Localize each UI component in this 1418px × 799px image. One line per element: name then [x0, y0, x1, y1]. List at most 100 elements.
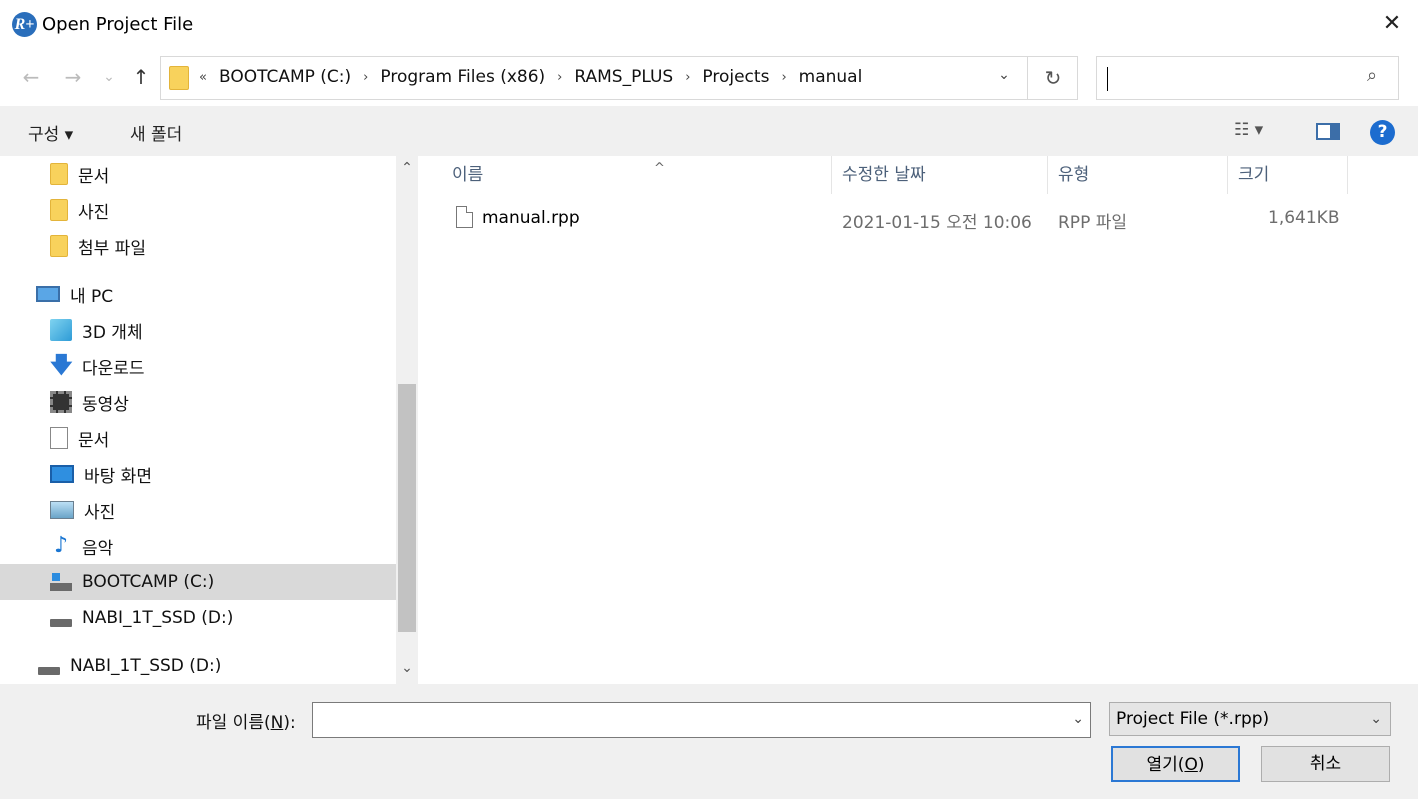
sidebar-item-label: 음악 — [82, 538, 114, 559]
chevron-right-icon: › — [557, 70, 563, 85]
sidebar-item-label: 다운로드 — [82, 358, 145, 379]
document-icon — [50, 427, 68, 449]
close-button[interactable]: ✕ — [1370, 6, 1414, 42]
search-icon: ⌕ — [1367, 65, 1378, 86]
sidebar-item-label: 문서 — [78, 430, 110, 451]
download-icon: 🡇 — [50, 353, 73, 378]
search-input[interactable]: ⌕ — [1096, 56, 1399, 100]
open-label-suffix: ) — [1197, 755, 1205, 775]
music-icon: ♪ — [53, 533, 69, 558]
folder-icon — [50, 163, 68, 185]
cancel-button[interactable]: 취소 — [1261, 746, 1390, 782]
column-header-label: 이름 — [452, 165, 484, 185]
sidebar-item-documents-folder[interactable]: 문서 — [50, 156, 109, 192]
back-arrow-icon[interactable]: ← — [18, 63, 44, 91]
folder-icon — [169, 66, 189, 90]
column-header-name[interactable]: 이름 ^ — [442, 156, 832, 194]
file-type-filter[interactable]: Project File (*.rpp) ⌄ — [1109, 702, 1391, 736]
breadcrumb-item[interactable]: Program Files (x86) — [372, 67, 553, 89]
breadcrumb-item[interactable]: BOOTCAMP (C:) — [211, 67, 359, 89]
help-icon[interactable]: ? — [1370, 120, 1395, 145]
refresh-icon[interactable]: ↻ — [1027, 57, 1078, 99]
system-drive-icon — [50, 573, 72, 591]
column-header-modified[interactable]: 수정한 날짜 — [832, 156, 1048, 194]
sidebar-scrollbar[interactable]: ⌃ ⌄ — [396, 156, 418, 684]
sidebar-item-nabi-drive-network[interactable]: NABI_1T_SSD (D:) — [38, 648, 221, 684]
window-title: Open Project File — [42, 14, 194, 35]
up-arrow-icon[interactable]: ↑ — [128, 63, 154, 91]
chevron-right-icon: › — [781, 70, 787, 85]
organize-button[interactable]: 구성 ▾ — [28, 120, 73, 145]
app-icon: R+ — [12, 12, 37, 37]
sidebar-item-label: 내 PC — [70, 286, 114, 307]
open-label-prefix: 열기( — [1146, 755, 1185, 775]
folder-icon — [50, 235, 68, 257]
text-caret — [1107, 67, 1108, 91]
sidebar-item-label: 사진 — [78, 202, 110, 223]
breadcrumb-item[interactable]: manual — [791, 67, 871, 89]
breadcrumb: « BOOTCAMP (C:) › Program Files (x86) › … — [195, 67, 870, 89]
folder-icon — [50, 199, 68, 221]
file-list[interactable]: 이름 ^ 수정한 날짜 유형 크기 manual.rpp 2021-01-15 … — [418, 156, 1418, 684]
recent-locations-icon[interactable]: ⌄ — [100, 63, 118, 91]
table-row[interactable]: manual.rpp 2021-01-15 오전 10:06 RPP 파일 1,… — [448, 202, 1348, 234]
scrollbar-thumb[interactable] — [398, 384, 416, 632]
open-button[interactable]: 열기(O) — [1111, 746, 1240, 782]
title-bar: R+ Open Project File ✕ — [0, 0, 1418, 50]
sidebar-item-label: BOOTCAMP (C:) — [82, 572, 215, 592]
sidebar-item-label: 3D 개체 — [82, 322, 143, 343]
column-header-type[interactable]: 유형 — [1048, 156, 1228, 194]
sidebar-item-documents[interactable]: 문서 — [50, 420, 109, 456]
file-type: RPP 파일 — [1058, 213, 1127, 233]
change-view-icon[interactable]: ☷ ▾ — [1234, 120, 1263, 140]
sidebar-item-label: 첨부 파일 — [78, 238, 146, 259]
chevron-right-icon: › — [685, 70, 691, 85]
breadcrumb-overflow[interactable]: « — [195, 67, 211, 89]
filename-label-prefix: 파일 이름( — [196, 713, 271, 733]
breadcrumb-item[interactable]: Projects — [694, 67, 777, 89]
address-bar[interactable]: « BOOTCAMP (C:) › Program Files (x86) › … — [160, 56, 1078, 100]
chevron-down-icon: ⌄ — [1370, 711, 1382, 727]
sidebar-item-label: 문서 — [78, 166, 110, 187]
sidebar-item-downloads[interactable]: 🡇 다운로드 — [50, 348, 145, 384]
video-icon — [50, 391, 72, 413]
chevron-right-icon: › — [363, 70, 369, 85]
filename-label-accesskey: N — [270, 713, 284, 733]
sidebar-item-label: 사진 — [84, 502, 116, 523]
file-name: manual.rpp — [482, 208, 580, 228]
address-dropdown-icon[interactable]: ⌄ — [991, 67, 1017, 83]
file-type-filter-value: Project File (*.rpp) — [1116, 709, 1270, 729]
sidebar-item-music[interactable]: ♪ 음악 — [50, 528, 113, 564]
sidebar-item-pictures[interactable]: 사진 — [50, 492, 115, 528]
scroll-up-icon[interactable]: ⌃ — [396, 160, 418, 176]
sidebar-item-bootcamp-drive[interactable]: BOOTCAMP (C:) — [0, 564, 396, 600]
sidebar-item-desktop[interactable]: 바탕 화면 — [50, 456, 152, 492]
filename-label: 파일 이름(N): — [196, 708, 296, 733]
new-folder-button[interactable]: 새 폴더 — [130, 120, 182, 145]
sidebar-item-videos[interactable]: 동영상 — [50, 384, 129, 420]
sidebar-item-label: 동영상 — [82, 394, 129, 415]
forward-arrow-icon[interactable]: → — [60, 63, 86, 91]
sidebar-item-label: NABI_1T_SSD (D:) — [70, 656, 222, 676]
command-toolbar: 구성 ▾ 새 폴더 ☷ ▾ ? — [0, 106, 1418, 156]
filename-dropdown-icon[interactable]: ⌄ — [1072, 711, 1084, 727]
scroll-down-icon[interactable]: ⌄ — [396, 660, 418, 676]
sidebar-item-pictures-folder[interactable]: 사진 — [50, 192, 109, 228]
filename-field[interactable]: ⌄ — [312, 702, 1091, 738]
dialog-footer: 파일 이름(N): ⌄ Project File (*.rpp) ⌄ 열기(O)… — [0, 684, 1418, 799]
preview-pane-icon[interactable] — [1316, 123, 1340, 140]
file-size: 1,641KB — [1268, 208, 1340, 228]
navigation-pane[interactable]: 문서 사진 첨부 파일 내 PC 3D 개체 🡇 다운로드 동영상 문서 바탕 … — [0, 156, 396, 684]
sidebar-item-nabi-drive[interactable]: NABI_1T_SSD (D:) — [50, 600, 233, 636]
sidebar-item-this-pc[interactable]: 내 PC — [36, 276, 113, 312]
drive-icon — [50, 619, 72, 627]
pictures-icon — [50, 501, 74, 519]
sort-ascending-icon: ^ — [654, 161, 665, 176]
breadcrumb-item[interactable]: RAMS_PLUS — [566, 67, 681, 89]
column-header-size[interactable]: 크기 — [1228, 156, 1348, 194]
sidebar-item-3d-objects[interactable]: 3D 개체 — [50, 312, 143, 348]
file-modified: 2021-01-15 오전 10:06 — [842, 213, 1032, 233]
filename-input[interactable] — [313, 703, 1053, 735]
sidebar-item-attachments-folder[interactable]: 첨부 파일 — [50, 228, 146, 264]
sidebar-item-label: 바탕 화면 — [84, 466, 152, 487]
